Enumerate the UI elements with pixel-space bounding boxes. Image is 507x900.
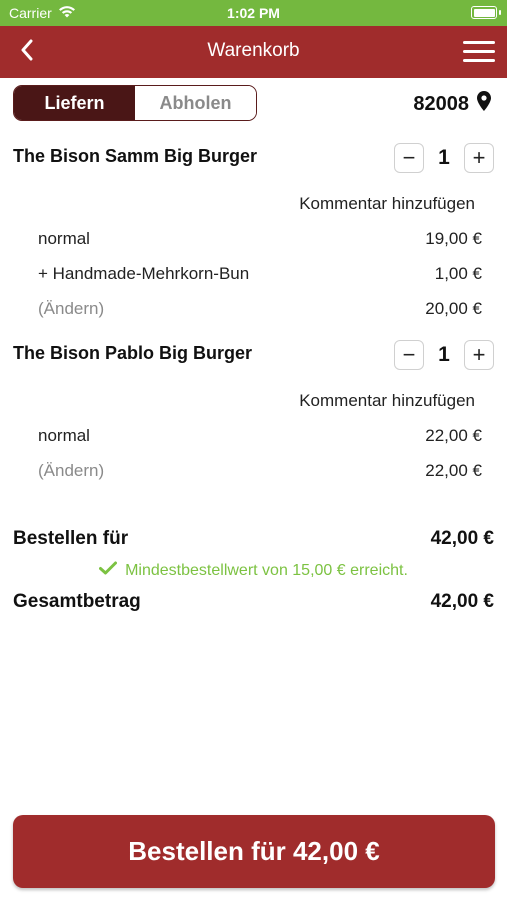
min-order-notice: Mindestbestellwert von 15,00 € erreicht.: [0, 561, 507, 580]
zip-code: 82008: [413, 92, 469, 115]
quantity-stepper: − 1 +: [394, 340, 494, 370]
place-order-button[interactable]: Bestellen für 42,00 €: [13, 815, 495, 888]
quantity-stepper: − 1 +: [394, 143, 494, 173]
cart-item-name: The Bison Pablo Big Burger: [13, 343, 253, 363]
cart-item-name: The Bison Samm Big Burger: [13, 146, 258, 166]
item-subtotal: 20,00 €: [425, 299, 482, 318]
status-bar: Carrier 1:02 PM: [0, 0, 507, 26]
place-order-label: Bestellen für 42,00 €: [128, 836, 380, 866]
tab-pickup[interactable]: Abholen: [135, 86, 256, 120]
option-price: 19,00 €: [425, 229, 482, 248]
order-for-label: Bestellen für: [13, 528, 129, 549]
zip-code-selector[interactable]: 82008: [413, 91, 491, 117]
total-label: Gesamtbetrag: [13, 591, 141, 612]
increase-quantity-button[interactable]: +: [464, 340, 494, 370]
decrease-quantity-button[interactable]: −: [394, 143, 424, 173]
change-item-link[interactable]: (Ändern): [38, 299, 104, 319]
item-subtotal: 22,00 €: [425, 461, 482, 480]
location-pin-icon: [477, 91, 491, 117]
add-comment-link[interactable]: Kommentar hinzufügen: [299, 391, 475, 411]
minus-icon: −: [402, 145, 416, 170]
page-title: Warenkorb: [207, 40, 300, 61]
delivery-mode-toggle: Liefern Abholen: [13, 85, 257, 121]
plus-icon: +: [472, 342, 486, 367]
add-comment-link[interactable]: Kommentar hinzufügen: [299, 194, 475, 214]
nav-bar: Warenkorb: [0, 26, 507, 78]
increase-quantity-button[interactable]: +: [464, 143, 494, 173]
hamburger-menu-icon[interactable]: [461, 38, 497, 66]
battery-icon: [471, 6, 501, 19]
clock: 1:02 PM: [227, 5, 280, 21]
option-price: 22,00 €: [425, 426, 482, 445]
option-label: + Handmade-Mehrkorn-Bun: [38, 264, 250, 283]
minus-icon: −: [402, 342, 416, 367]
plus-icon: +: [472, 145, 486, 170]
change-item-link[interactable]: (Ändern): [38, 461, 104, 481]
decrease-quantity-button[interactable]: −: [394, 340, 424, 370]
checkmark-icon: [99, 561, 118, 580]
total-value: 42,00 €: [430, 591, 494, 612]
tab-deliver[interactable]: Liefern: [14, 86, 135, 120]
order-for-value: 42,00 €: [430, 528, 494, 549]
quantity-value: 1: [438, 343, 450, 366]
min-order-text: Mindestbestellwert von 15,00 € erreicht.: [125, 561, 408, 579]
quantity-value: 1: [438, 146, 450, 169]
option-price: 1,00 €: [434, 264, 482, 283]
option-label: normal: [38, 229, 90, 248]
option-label: normal: [38, 426, 90, 445]
